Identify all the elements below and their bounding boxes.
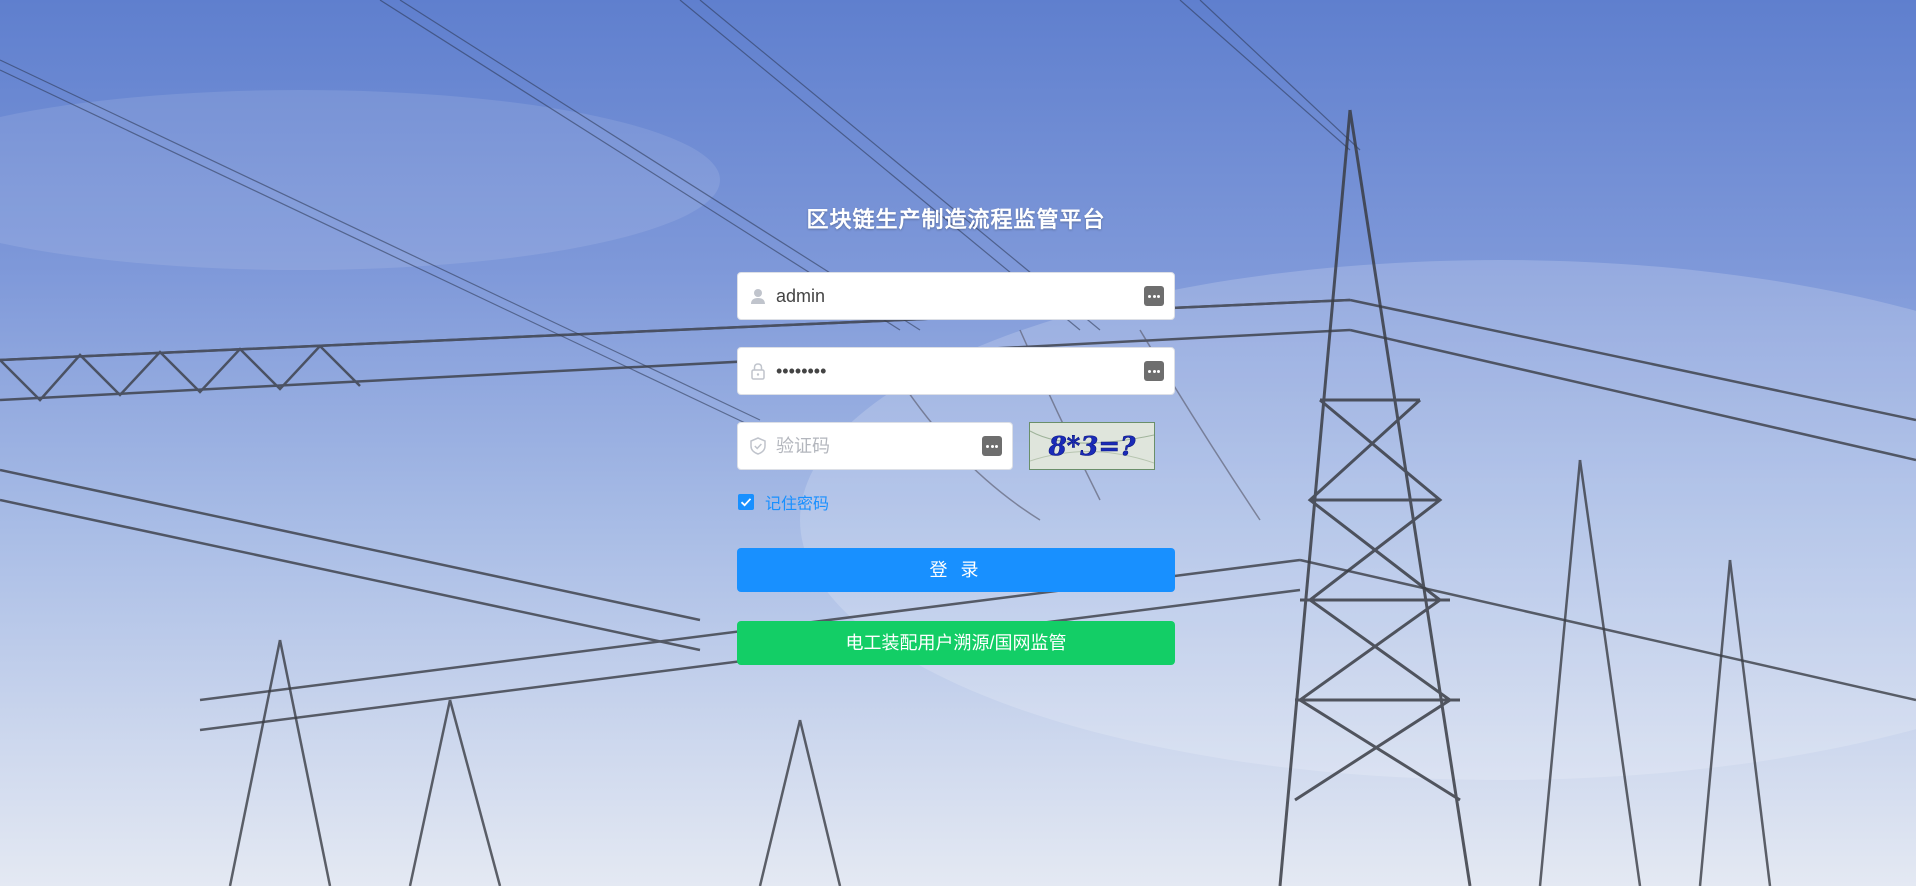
password-field[interactable] — [737, 347, 1175, 395]
login-button[interactable]: 登 录 — [737, 548, 1175, 592]
captcha-image[interactable]: 8*3=? — [1029, 422, 1155, 470]
remember-password[interactable]: 记住密码 — [737, 492, 1175, 513]
remember-label: 记住密码 — [765, 496, 830, 513]
lock-icon — [751, 363, 765, 380]
password-input[interactable] — [776, 348, 1106, 394]
login-page: 区块链生产制造流程监管平台 admin 验证码 8*3=? 记住密码 登 录 电… — [0, 0, 1916, 886]
captcha-row: 8*3=? — [737, 422, 1175, 470]
page-title: 区块链生产制造流程监管平台 — [806, 207, 1106, 232]
user-icon — [751, 289, 765, 304]
login-form: 区块链生产制造流程监管平台 admin 验证码 8*3=? 记住密码 登 录 电… — [737, 200, 1175, 665]
remember-checkbox[interactable] — [738, 494, 754, 510]
password-manager-icon[interactable] — [1144, 361, 1164, 381]
username-field[interactable] — [737, 272, 1175, 320]
shield-icon — [750, 437, 766, 455]
check-icon — [740, 498, 752, 507]
captcha-input[interactable] — [776, 423, 986, 469]
password-manager-icon[interactable] — [982, 436, 1002, 456]
captcha-field[interactable] — [737, 422, 1013, 470]
captcha-text: 8*3=? — [1048, 432, 1137, 462]
trace-supervision-button[interactable]: 电工装配用户溯源/国网监管 — [737, 621, 1175, 665]
username-input[interactable] — [776, 273, 1106, 319]
password-manager-icon[interactable] — [1144, 286, 1164, 306]
